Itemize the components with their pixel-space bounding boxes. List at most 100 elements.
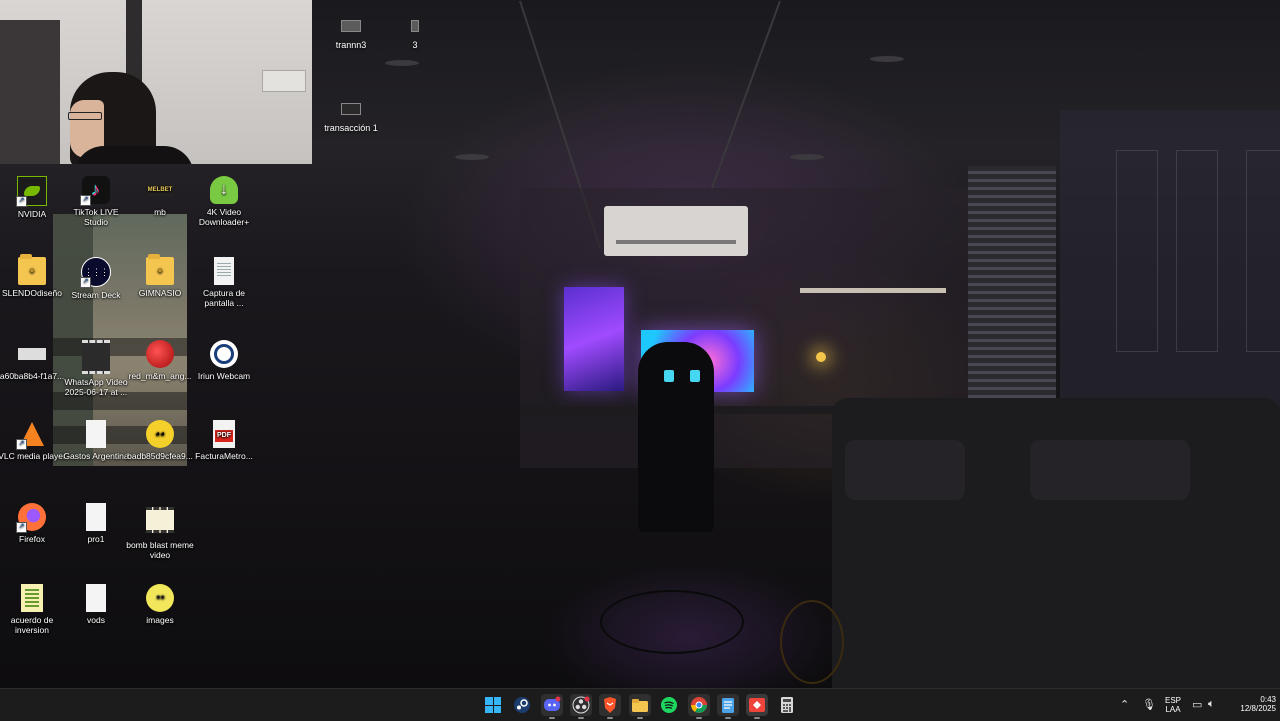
sofa-cushion: [1030, 440, 1190, 500]
floor-cable: [780, 600, 844, 684]
clock-date: 12/8/2025: [1240, 704, 1276, 713]
pdf-icon: [213, 420, 235, 448]
desktop-icon-4k-video-downloader[interactable]: 4K Video Downloader+: [190, 176, 258, 227]
shortcut-arrow-icon: ↗: [16, 522, 27, 533]
taskbar: ⌃ 🎙︎ ESP LAA ▭ 🔈︎ 0:43 12/8/2025: [0, 688, 1280, 721]
ceiling-light: [455, 154, 489, 160]
desktop-icon-stream-deck[interactable]: ↗ Stream Deck: [62, 257, 130, 300]
folder-icon: [632, 699, 648, 712]
window-blinds: [968, 166, 1056, 424]
desktop-icon-iriun-webcam[interactable]: Iriun Webcam: [190, 340, 258, 381]
desktop-item-transaccion-1[interactable]: transacción 1: [316, 103, 386, 133]
input-language-indicator[interactable]: ESP LAA: [1158, 689, 1188, 721]
network-icon[interactable]: ▭: [1192, 698, 1202, 711]
obs-icon: [572, 696, 590, 714]
film-icon: [146, 507, 174, 533]
desktop-item-3[interactable]: 3: [380, 20, 450, 50]
desktop-icon-tiktok-live-studio[interactable]: ↗ TikTok LIVE Studio: [62, 176, 130, 227]
anydesk-icon: [749, 698, 765, 712]
desktop-icon-acuerdo-de-inversion[interactable]: acuerdo de inversion: [0, 584, 66, 635]
vlc-icon: ↗: [16, 420, 46, 450]
chair-light: [690, 370, 700, 382]
spreadsheet-document-icon: [21, 584, 43, 612]
ceiling-light: [385, 60, 419, 66]
desk-lamp: [816, 352, 826, 362]
desktop-icon-captura-de-pantalla[interactable]: Captura de pantalla ...: [190, 257, 258, 308]
desktop-icon-gastos-argentina[interactable]: Gastos Argentina: [62, 420, 130, 461]
webcam-icon: [210, 340, 238, 368]
taskbar-anydesk[interactable]: [746, 694, 768, 719]
window-thumbnail-icon: [341, 103, 361, 115]
shortcut-arrow-icon: ↗: [80, 277, 91, 288]
webcam-overlay: [0, 0, 312, 164]
desktop-icon-whatsapp-video[interactable]: WhatsApp Video 2025-06-17 at ...: [62, 340, 130, 397]
ceiling-light: [790, 154, 824, 160]
taskbar-notepad[interactable]: [717, 694, 739, 719]
gaming-chair: [638, 342, 714, 532]
webcam-door: [0, 20, 60, 164]
clock[interactable]: 0:43 12/8/2025: [1222, 689, 1276, 721]
folder-icon: [18, 254, 46, 285]
webcam-shelf-item: [262, 70, 306, 92]
video-icon: [82, 340, 110, 374]
calculator-icon: [781, 697, 793, 713]
clock-time: 0:43: [1260, 695, 1276, 704]
desktop-icon-bomb-blast-meme-video[interactable]: bomb blast meme video: [126, 503, 194, 560]
shortcut-arrow-icon: ↗: [16, 439, 27, 450]
desktop-icon-a60ba8b4[interactable]: a60ba8b4-f1a7...: [0, 340, 66, 381]
window-thumbnail-icon: [411, 20, 419, 32]
ceiling-light: [870, 56, 904, 62]
emoji-image-icon: [146, 420, 174, 448]
download-cloud-icon: [210, 176, 238, 204]
desktop-icon-vlc[interactable]: ↗ VLC media player: [0, 420, 66, 461]
desktop-icon-facturametro[interactable]: FacturaMetro...: [190, 420, 258, 461]
show-hidden-icons-chevron-up-icon[interactable]: ⌃: [1120, 698, 1129, 711]
taskbar-obs[interactable]: [570, 694, 592, 719]
chair-light: [664, 370, 674, 382]
shortcut-arrow-icon: ↗: [80, 195, 91, 206]
wall-shelf: [800, 288, 946, 293]
taskbar-brave[interactable]: [599, 694, 621, 719]
desktop-item-trannn3[interactable]: trannn3: [316, 20, 386, 50]
cartoon-face-icon: [146, 584, 174, 612]
desktop-icon-nvidia[interactable]: ↗ NVIDIA: [0, 176, 66, 219]
neon-poster: [564, 287, 624, 391]
desktop-icon-pro1[interactable]: pro1: [62, 503, 130, 544]
document-icon: [214, 257, 234, 285]
stream-deck-icon: ↗: [80, 257, 111, 288]
desktop-icon-mb[interactable]: MELBET mb: [126, 176, 194, 217]
taskbar-steam[interactable]: [511, 694, 533, 716]
steam-icon: [514, 697, 530, 713]
wall-panel: [1116, 150, 1158, 352]
firefox-icon: ↗: [16, 503, 46, 533]
taskbar-discord[interactable]: [541, 694, 563, 719]
desktop-icon-slendodiseno[interactable]: SLENDOdiseño: [0, 254, 66, 298]
microphone-icon[interactable]: 🎙︎: [1142, 698, 1156, 711]
taskbar-spotify[interactable]: [658, 694, 680, 716]
blank-document-icon: [86, 584, 106, 612]
desktop-icon-vods[interactable]: vods: [62, 584, 130, 625]
ceiling-seam: [710, 0, 781, 190]
image-icon: [18, 348, 46, 360]
volume-icon[interactable]: 🔈︎: [1208, 698, 1215, 711]
image-icon: [146, 340, 174, 368]
start-button[interactable]: [482, 694, 504, 716]
chrome-icon: [691, 697, 707, 713]
desktop-icon-firefox[interactable]: ↗ Firefox: [0, 503, 66, 544]
desktop-icon-gimnasio[interactable]: GIMNASIO: [126, 254, 194, 298]
spotify-icon: [661, 697, 677, 713]
desktop-icon-images[interactable]: images: [126, 584, 194, 625]
melbet-icon: MELBET: [146, 184, 174, 196]
desktop-icon-badb85d9[interactable]: badb85d9cfea9...: [126, 420, 194, 461]
folder-icon: [146, 254, 174, 285]
language-label: ESP: [1164, 696, 1181, 705]
tiktok-icon: ↗: [80, 176, 110, 206]
nvidia-icon: ↗: [16, 176, 47, 207]
taskbar-calculator[interactable]: [776, 694, 798, 716]
desktop-icon-red-mm[interactable]: red_m&m_ang...: [126, 340, 194, 381]
taskbar-chrome[interactable]: [688, 694, 710, 719]
air-conditioner: [604, 206, 748, 256]
floor-cable: [600, 590, 744, 654]
taskbar-file-explorer[interactable]: [629, 694, 651, 719]
windows-icon: [485, 697, 501, 713]
